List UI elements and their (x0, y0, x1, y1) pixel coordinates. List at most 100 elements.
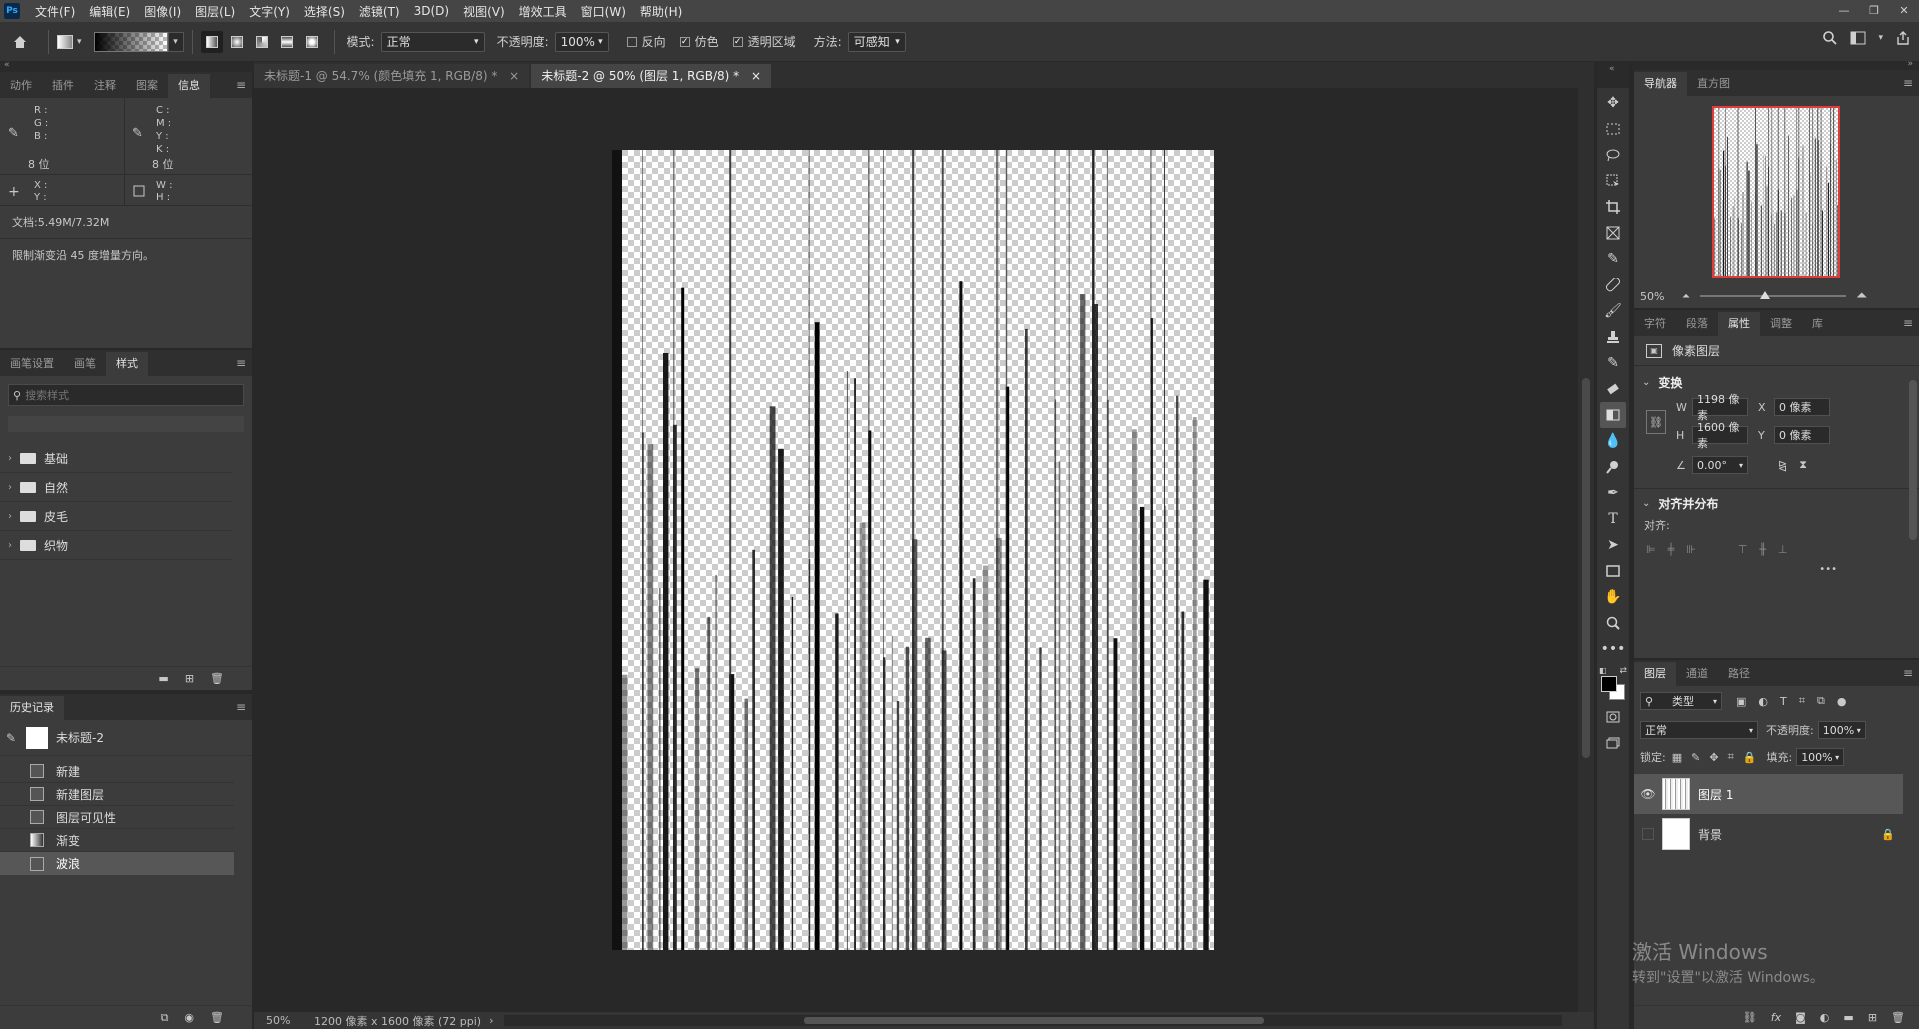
flip-vertical-icon[interactable]: ⧗ (1799, 458, 1807, 472)
tab-brushes[interactable]: 画笔 (64, 352, 106, 376)
new-style-icon[interactable]: ⊞ (185, 672, 194, 685)
menu-help[interactable]: 帮助(H) (633, 3, 689, 20)
history-item-active[interactable]: 波浪 (0, 852, 234, 875)
lock-transparent-icon[interactable]: ▦ (1672, 751, 1682, 764)
gradient-swatch[interactable] (93, 31, 168, 52)
history-brush-tool-icon[interactable]: ✎ (1600, 350, 1626, 376)
layer-filter-select[interactable]: ⚲ 类型 ▾ (1640, 692, 1722, 710)
menu-plugins[interactable]: 增效工具 (512, 3, 574, 20)
history-snapshot[interactable]: ✎ 未标题-2 (0, 720, 252, 756)
search-icon[interactable] (1822, 30, 1838, 46)
layer-opacity-field[interactable]: 100% ▾ (1817, 721, 1866, 739)
trash-icon[interactable]: 🗑 (210, 1011, 224, 1024)
zoom-in-icon[interactable]: ⏶ (1856, 288, 1867, 304)
filter-smart-object-icon[interactable]: ⧉ (1817, 694, 1825, 708)
tab-layers[interactable]: 图层 (1634, 662, 1676, 686)
align-right-icon[interactable]: ⊪ (1686, 543, 1696, 556)
layer-name[interactable]: 图层 1 (1698, 786, 1733, 803)
trash-icon[interactable]: 🗑 (1891, 1011, 1905, 1024)
tab-channels[interactable]: 通道 (1676, 662, 1718, 686)
vertical-scrollbar[interactable] (1578, 88, 1594, 1012)
tab-notes[interactable]: 注释 (84, 74, 126, 98)
chevron-down-icon[interactable]: ▾ (1878, 33, 1883, 43)
minimize-icon[interactable]: — (1829, 0, 1859, 22)
restore-icon[interactable]: ❐ (1859, 0, 1889, 22)
tab-styles[interactable]: 样式 (106, 352, 148, 376)
menu-select[interactable]: 选择(S) (297, 3, 352, 20)
height-field[interactable]: 1600 像素 (1692, 421, 1748, 450)
mode-select[interactable]: 正常 ▾ (380, 31, 485, 52)
tab-histogram[interactable]: 直方图 (1687, 72, 1740, 96)
menu-view[interactable]: 视图(V) (456, 3, 512, 20)
collapse-icon[interactable]: » (1907, 59, 1913, 69)
opacity-field[interactable]: 100% ▾ (554, 31, 609, 52)
brush-tool-icon[interactable]: 🖌 (1600, 298, 1626, 324)
tab-adjustments[interactable]: 调整 (1760, 312, 1802, 336)
crop-tool-icon[interactable] (1600, 194, 1626, 220)
new-folder-icon[interactable]: ▬ (158, 672, 168, 685)
filter-toggle-icon[interactable]: ● (1837, 695, 1847, 708)
tab-paths[interactable]: 路径 (1718, 662, 1760, 686)
tab-actions[interactable]: 动作 (0, 74, 42, 98)
filter-pixel-icon[interactable]: ▣ (1736, 695, 1746, 708)
menu-edit[interactable]: 编辑(E) (82, 3, 137, 20)
style-search[interactable]: ⚲ 搜索样式 (8, 384, 244, 406)
tab-plugins[interactable]: 插件 (42, 74, 84, 98)
object-select-tool-icon[interactable] (1600, 168, 1626, 194)
align-center-h-icon[interactable]: ╪ (1668, 543, 1675, 556)
history-item[interactable]: 渐变 (0, 829, 234, 852)
link-layers-icon[interactable]: ⛓ (1743, 1011, 1757, 1024)
new-document-from-state-icon[interactable]: ⧉ (161, 1011, 169, 1025)
blend-mode-select[interactable]: 正常 ▾ (1640, 721, 1758, 739)
edit-toolbar-icon[interactable]: ••• (1600, 636, 1626, 662)
horizontal-scrollbar[interactable] (503, 1015, 1562, 1026)
transparency-checkbox[interactable]: ✓ 透明区域 (732, 33, 796, 50)
adjustment-layer-icon[interactable]: ◐ (1820, 1011, 1830, 1024)
menu-3d[interactable]: 3D(D) (407, 4, 456, 18)
collapse-icon[interactable]: « (4, 60, 10, 70)
path-selection-tool-icon[interactable]: ➤ (1600, 532, 1626, 558)
lasso-tool-icon[interactable] (1600, 142, 1626, 168)
angle-gradient-button[interactable] (251, 31, 273, 53)
eraser-tool-icon[interactable] (1600, 376, 1626, 402)
tool-preset-picker[interactable]: ▾ (57, 34, 82, 49)
diamond-gradient-button[interactable] (301, 31, 323, 53)
style-group[interactable]: › 基础 (0, 444, 232, 473)
quick-mask-icon[interactable] (1600, 704, 1626, 730)
menu-image[interactable]: 图像(I) (137, 3, 188, 20)
filter-type-icon[interactable]: T (1780, 695, 1787, 708)
zoom-level[interactable]: 50% (266, 1014, 306, 1027)
panel-menu-icon[interactable]: ≡ (1903, 666, 1913, 680)
history-item[interactable]: 新建 (0, 760, 234, 783)
angle-field[interactable]: 0.00° ▾ (1692, 456, 1748, 474)
new-layer-icon[interactable]: ⊞ (1868, 1011, 1877, 1024)
reverse-checkbox[interactable]: 反向 (626, 33, 666, 50)
new-group-icon[interactable]: ▬ (1843, 1011, 1853, 1024)
lock-pixels-icon[interactable]: ✎ (1691, 751, 1700, 764)
doc-tab-2[interactable]: 未标题-2 @ 50% (图层 1, RGB/8) * × (531, 64, 772, 88)
menu-window[interactable]: 窗口(W) (574, 3, 633, 20)
lock-position-icon[interactable]: ✥ (1709, 751, 1718, 764)
marquee-tool-icon[interactable] (1600, 116, 1626, 142)
align-section-header[interactable]: ⌄ 对齐并分布 (1634, 489, 1919, 517)
zoom-slider-handle[interactable] (1760, 291, 1770, 299)
y-field[interactable]: 0 像素 (1774, 426, 1830, 444)
align-left-icon[interactable]: ⊫ (1646, 543, 1656, 556)
move-tool-icon[interactable]: ✥ (1600, 90, 1626, 116)
fill-field[interactable]: 100% ▾ (1796, 748, 1845, 766)
tab-history[interactable]: 历史记录 (0, 696, 64, 720)
chevron-down-icon[interactable]: ▾ (167, 31, 184, 52)
fx-icon[interactable]: fx (1771, 1011, 1781, 1024)
more-options-button[interactable]: ••• (1634, 564, 1919, 575)
reflected-gradient-button[interactable] (276, 31, 298, 53)
lock-all-icon[interactable]: 🔒 (1743, 751, 1757, 764)
zoom-tool-icon[interactable] (1600, 610, 1626, 636)
tab-properties[interactable]: 属性 (1718, 312, 1760, 336)
trash-icon[interactable]: 🗑 (210, 672, 224, 685)
healing-brush-tool-icon[interactable] (1600, 272, 1626, 298)
home-icon[interactable] (0, 27, 40, 57)
blur-tool-icon[interactable]: 💧 (1600, 428, 1626, 454)
share-icon[interactable] (1895, 30, 1911, 46)
zoom-slider[interactable] (1700, 291, 1846, 299)
navigator-zoom-value[interactable]: 50% (1640, 290, 1682, 303)
